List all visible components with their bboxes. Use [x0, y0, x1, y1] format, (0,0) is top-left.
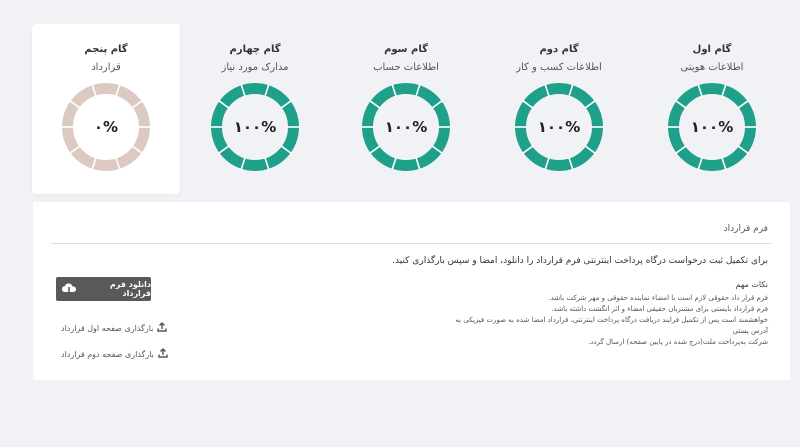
step-title: گام اول	[692, 44, 732, 55]
step-subtitle: قرارداد	[91, 62, 121, 73]
upload-icon	[158, 348, 168, 360]
contract-form-title: فرم قرارداد	[723, 224, 768, 234]
progress-ring: ۱۰۰%	[210, 82, 300, 172]
upload-first-page-label: بارگذاری صفحه اول قرارداد	[61, 323, 154, 333]
step-5: گام پنجم قرارداد ۰%	[32, 24, 180, 194]
contract-intro-text: برای تکمیل ثبت درخواست درگاه پرداخت اینت…	[392, 256, 768, 266]
notes-title: نکات مهم	[735, 280, 768, 289]
progress-label: ۰%	[93, 118, 119, 136]
progress-label: ۱۰۰%	[690, 118, 734, 136]
step-subtitle: اطلاعات حساب	[373, 62, 439, 73]
progress-ring: ۰%	[61, 82, 151, 172]
upload-first-page-link[interactable]: بارگذاری صفحه اول قرارداد	[61, 322, 168, 334]
upload-second-page-label: بارگذاری صفحه دوم قرارداد	[61, 349, 154, 359]
step-2: گام دوم اطلاعات کسب و کار ۱۰۰%	[485, 24, 633, 194]
progress-label: ۱۰۰%	[384, 118, 428, 136]
step-subtitle: اطلاعات هویتی	[680, 62, 744, 73]
step-subtitle: اطلاعات کسب و کار	[516, 62, 602, 73]
steps-progress: گام اول اطلاعات هویتی ۱۰۰% گام دوم اطلاعات ک…	[0, 0, 800, 200]
note-item: فرم قرارداد بایستی برای مشتریان حقیقی ام…	[551, 305, 768, 313]
step-4: گام چهارم مدارک مورد نیاز ۱۰۰%	[181, 24, 329, 194]
upload-icon	[157, 322, 168, 334]
upload-second-page-link[interactable]: بارگذاری صفحه دوم قرارداد	[61, 348, 168, 360]
note-item: فرم قرار داد حقوقی لازم است با امضاء نما…	[548, 294, 768, 302]
download-contract-button[interactable]: دانلود فرم قرارداد	[56, 277, 151, 301]
download-contract-label: دانلود فرم قرارداد	[109, 280, 151, 298]
step-title: گام سوم	[384, 44, 428, 55]
step-subtitle: مدارک مورد نیاز	[221, 62, 289, 73]
contract-card: فرم قرارداد برای تکمیل ثبت درخواست درگاه…	[33, 202, 790, 380]
progress-label: ۱۰۰%	[537, 118, 581, 136]
step-1: گام اول اطلاعات هویتی ۱۰۰%	[638, 24, 786, 194]
download-cloud-icon	[60, 280, 77, 298]
divider	[51, 243, 772, 244]
step-title: گام دوم	[539, 44, 579, 55]
progress-ring: ۱۰۰%	[514, 82, 604, 172]
notes-list: فرم قرار داد حقوقی لازم است با امضاء نما…	[438, 293, 768, 348]
step-title: گام پنجم	[84, 44, 128, 55]
progress-ring: ۱۰۰%	[361, 82, 451, 172]
progress-label: ۱۰۰%	[233, 118, 277, 136]
note-item: خواهشمند است پس از تکمیل فرایند دریافت د…	[455, 316, 768, 335]
step-3: گام سوم اطلاعات حساب ۱۰۰%	[332, 24, 480, 194]
step-title: گام چهارم	[229, 44, 281, 55]
note-item: شرکت به‌پرداخت ملت(درج شده در پایین صفحه…	[588, 338, 768, 346]
progress-ring: ۱۰۰%	[667, 82, 757, 172]
